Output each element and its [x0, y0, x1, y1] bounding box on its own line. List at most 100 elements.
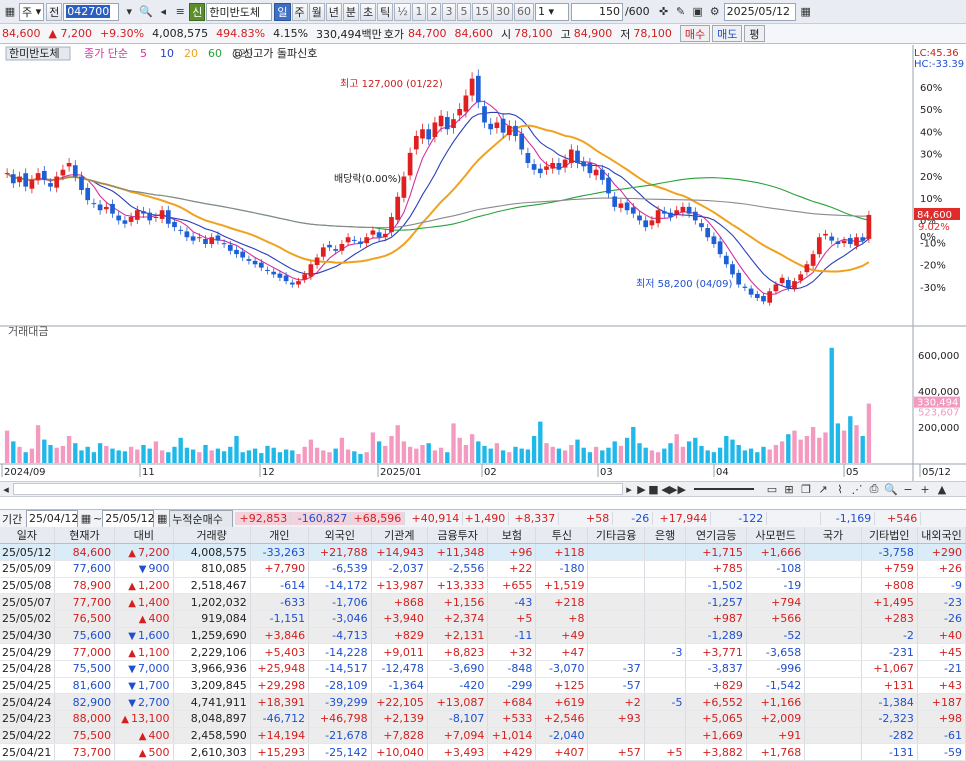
zoom-in-icon[interactable]: +: [917, 480, 933, 498]
column-header[interactable]: 사모펀드: [746, 527, 806, 545]
magnifier-icon[interactable]: 🔍: [883, 480, 899, 498]
date-input[interactable]: 2025/05/12: [723, 2, 796, 21]
period-tab-틱[interactable]: 틱: [377, 2, 394, 21]
minute-tab-30[interactable]: 30: [492, 2, 513, 21]
minute-tab-5[interactable]: 5: [456, 2, 471, 21]
table-row[interactable]: 25/04/25 81,600 ▼ 1,700 3,209,845 +29,298 -28,…: [0, 677, 966, 695]
back-icon[interactable]: ◂: [155, 3, 171, 21]
scroll-track[interactable]: [13, 483, 623, 495]
table-row[interactable]: 25/04/28 75,500 ▼ 7,000 3,966,936 +25,948 -14,…: [0, 660, 966, 678]
layout-icon[interactable]: ▭: [764, 480, 780, 498]
zoom-slider[interactable]: [694, 488, 754, 490]
period-tab-일[interactable]: 일: [274, 2, 291, 21]
half-button[interactable]: ½: [394, 2, 411, 21]
volume-bar: [531, 436, 537, 463]
count-input[interactable]: 150: [570, 2, 623, 21]
minute-tab-2[interactable]: 2: [426, 2, 441, 21]
scroll-left-icon[interactable]: ◂: [0, 480, 12, 498]
column-header[interactable]: 기관계: [371, 527, 428, 545]
sell-button[interactable]: 매도: [712, 25, 743, 42]
collapse-icon[interactable]: ▲: [934, 480, 950, 498]
column-header[interactable]: 개인: [250, 527, 310, 545]
period-tab-초[interactable]: 초: [360, 2, 377, 21]
column-header[interactable]: 대비: [114, 527, 174, 545]
table-row[interactable]: 25/04/22 75,500 ▲ 400 2,458,590 +14,194 -21,67…: [0, 727, 966, 745]
menu-icon[interactable]: ≡: [172, 3, 188, 21]
stock-code-input[interactable]: 042700: [63, 2, 120, 21]
column-header[interactable]: 외국인: [308, 527, 372, 545]
calendar-icon[interactable]: ▦: [156, 510, 168, 528]
period-tab-월[interactable]: 월: [308, 2, 325, 21]
split-icon[interactable]: ⊞: [781, 480, 797, 498]
grid-icon[interactable]: ▦: [2, 3, 18, 21]
column-header[interactable]: 은행: [644, 527, 687, 545]
mode-button[interactable]: 전: [46, 2, 63, 21]
search-icon[interactable]: 🔍: [138, 3, 154, 21]
column-header[interactable]: 금융투자: [427, 527, 489, 545]
table-row[interactable]: 25/05/08 78,900 ▲ 1,200 2,518,467 -614 -14,172…: [0, 577, 966, 595]
save-icon[interactable]: ▣: [690, 3, 706, 21]
copy-icon[interactable]: ❐: [798, 480, 814, 498]
mode-select[interactable]: 누적순매수: [169, 509, 234, 528]
volume-bar: [73, 443, 78, 463]
column-header[interactable]: 국가: [804, 527, 862, 545]
column-header[interactable]: 기타금융: [587, 527, 645, 545]
zoom-out-icon[interactable]: −: [900, 480, 916, 498]
chevron-down-icon[interactable]: ▾: [121, 3, 137, 21]
column-header[interactable]: 현재가: [54, 527, 116, 545]
crosshair-icon[interactable]: ✜: [656, 3, 672, 21]
volume-bar: [296, 454, 301, 463]
table-row[interactable]: 25/05/12 84,600 ▲ 7,200 4,008,575 -33,263 +21,…: [0, 543, 966, 561]
column-header[interactable]: 투신: [535, 527, 589, 545]
table-row[interactable]: 25/05/02 76,500 ▲ 400 919,084 -1,151 -3,046 +3,…: [0, 610, 966, 628]
table-row[interactable]: 25/04/23 88,000 ▲ 13,100 8,048,897 -46,712 +46…: [0, 710, 966, 728]
period-tab-주[interactable]: 주: [291, 2, 308, 21]
price-chart[interactable]: 60%50%40%30%20%10%0%-10%-20%-30%LC:45.36…: [0, 45, 966, 481]
volume-bar: [42, 439, 47, 463]
current-price: 84,600: [2, 27, 41, 40]
unit-select[interactable]: 1 ▾: [534, 2, 569, 21]
column-header[interactable]: 내외국인: [917, 527, 966, 545]
legend-ma-period: 5: [140, 47, 147, 60]
table-row[interactable]: 25/04/24 82,900 ▼ 2,700 4,741,911 +18,391 -39,…: [0, 693, 966, 712]
legend-ma-period: 60: [208, 47, 222, 60]
column-header[interactable]: 연기금등: [685, 527, 747, 545]
print-icon[interactable]: ⎙: [866, 480, 882, 498]
fan-icon[interactable]: ⋰: [849, 480, 865, 498]
chart-scrollbar[interactable]: ◂ ▸ ▶ ■ ◀ ▶▶ ▭ ⊞ ❐ ↗ ⌇ ⋰ ⎙ 🔍 − + ▲: [0, 481, 966, 497]
table-row[interactable]: 25/05/07 77,700 ▲ 1,400 1,202,032 -633 -1,706 +…: [0, 593, 966, 611]
gear-icon[interactable]: ⚙: [707, 3, 723, 21]
column-header[interactable]: 일자: [0, 527, 55, 545]
candle-body: [773, 284, 779, 292]
minute-tab-1[interactable]: 1: [411, 2, 426, 21]
table-row[interactable]: 25/04/29 77,000 ▲ 1,100 2,229,106 +5,403 -14,2…: [0, 643, 966, 661]
trend-icon[interactable]: ↗: [815, 480, 831, 498]
avg-button[interactable]: 평: [744, 25, 765, 42]
fast-forward-icon[interactable]: ▶▶: [669, 480, 686, 498]
column-header[interactable]: 거래량: [173, 527, 251, 545]
table-row[interactable]: 25/04/21 73,700 ▲ 500 2,610,303 +15,293 -25,14…: [0, 743, 966, 761]
volume-bar: [11, 441, 16, 463]
from-date[interactable]: 25/04/12: [26, 509, 78, 528]
period-tab-년[interactable]: 년: [325, 2, 342, 21]
period-tab-분[interactable]: 분: [342, 2, 360, 21]
main-toolbar: ▦ 주 ▾ 전 042700 ▾ 🔍 ◂ ≡ 신 한미반도체 일주월년분초틱 ½…: [0, 0, 966, 24]
draw-icon[interactable]: ✎: [673, 3, 689, 21]
zigzag-icon[interactable]: ⌇: [832, 480, 848, 498]
minute-tab-15[interactable]: 15: [471, 2, 492, 21]
column-header[interactable]: 보험: [487, 527, 537, 545]
market-select[interactable]: 주 ▾: [19, 2, 45, 21]
minute-tab-60[interactable]: 60: [513, 2, 534, 21]
stop-icon[interactable]: ■: [648, 480, 659, 498]
to-date[interactable]: 25/05/12: [102, 509, 155, 528]
volume-bar: [420, 445, 425, 463]
play-icon[interactable]: ▶: [636, 480, 647, 498]
buy-button[interactable]: 매수: [679, 25, 711, 42]
table-row[interactable]: 25/04/30 75,600 ▼ 1,600 1,259,690 +3,846 -4,71…: [0, 627, 966, 645]
calendar-icon[interactable]: ▦: [80, 510, 92, 528]
column-header[interactable]: 기타법인: [861, 527, 918, 545]
table-row[interactable]: 25/05/09 77,600 ▼ 900 810,085 +7,790 -6,539 -2,…: [0, 560, 966, 578]
minute-tab-3[interactable]: 3: [441, 2, 456, 21]
calendar-icon[interactable]: ▦: [798, 3, 814, 21]
scroll-right-icon[interactable]: ▸: [623, 480, 635, 498]
